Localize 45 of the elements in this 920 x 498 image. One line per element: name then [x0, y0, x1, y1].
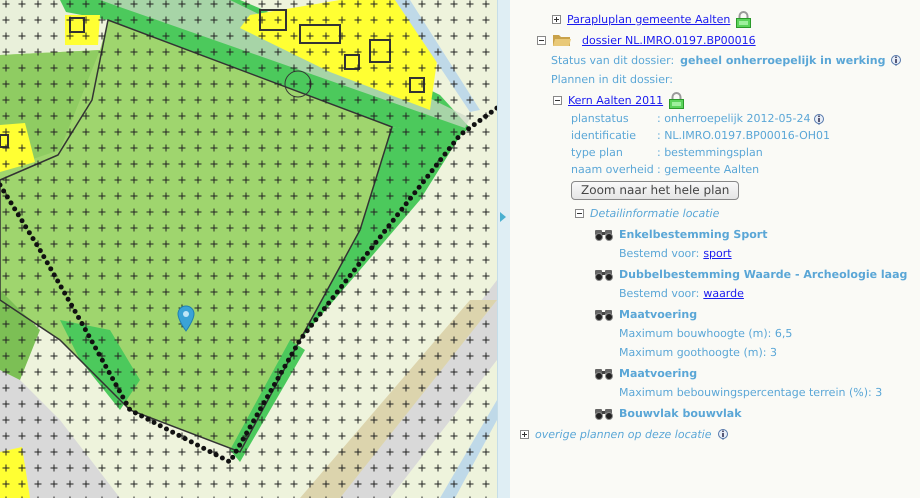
status-value: geheel onherroepelijk in werking	[680, 53, 886, 68]
property-label: planstatus	[571, 111, 630, 127]
dossier-link[interactable]: dossier NL.IMRO.0197.BP00016	[582, 32, 756, 48]
property-value: : onherroepelijk 2012-05-24	[657, 111, 810, 127]
binoculars-icon[interactable]	[594, 408, 614, 420]
collapse-icon[interactable]	[537, 36, 546, 44]
section-heading: overige plannen op deze locatie	[535, 427, 712, 442]
feature-title: Maatvoering	[619, 307, 698, 322]
property-value: : NL.IMRO.0197.BP00016-OH01	[657, 128, 830, 144]
feature-title: Enkelbestemming Sport	[619, 227, 768, 242]
feature-detail: Maximum bebouwingspercentage terrein (%): 3	[619, 385, 882, 401]
property-label: type plan	[571, 145, 624, 161]
feature-link[interactable]: waarde	[703, 284, 744, 303]
property-label: naam overheid	[571, 162, 655, 178]
feature-link[interactable]: sport	[703, 244, 732, 263]
property-label: identificatie	[571, 128, 638, 144]
status-label: Status van dit dossier:	[551, 53, 674, 68]
feature-label: Bestemd voor:	[619, 286, 700, 302]
zoom-button[interactable]: Zoom naar het hele plan	[571, 181, 740, 200]
binoculars-icon[interactable]	[594, 268, 614, 280]
binoculars-icon[interactable]	[594, 368, 614, 380]
info-icon[interactable]	[814, 114, 824, 124]
folder-icon	[552, 33, 572, 47]
feature-detail: Maximum bouwhoogte (m): 6,5	[619, 326, 792, 342]
location-pin-icon	[177, 305, 195, 332]
property-value: : bestemmingsplan	[657, 145, 763, 161]
binoculars-icon[interactable]	[594, 308, 614, 320]
expand-icon[interactable]	[552, 15, 561, 24]
collapse-icon[interactable]	[553, 96, 562, 104]
property-value: : gemeente Aalten	[657, 162, 760, 178]
binoculars-icon[interactable]	[594, 228, 614, 240]
feature-title: Dubbelbestemming Waarde - Archeologie laag	[619, 267, 908, 282]
plan-link[interactable]: Parapluplan gemeente Aalten	[567, 12, 730, 27]
info-icon[interactable]	[718, 429, 728, 440]
expand-icon[interactable]	[520, 430, 529, 439]
plans-label: Plannen in dit dossier:	[551, 72, 674, 87]
feature-label: Bestemd voor:	[619, 246, 700, 262]
section-heading: Detailinformatie locatie	[590, 206, 720, 221]
plan-link[interactable]: Kern Aalten 2011	[568, 92, 664, 108]
feature-title: Maatvoering	[619, 366, 698, 381]
feature-title: Bouwvlak bouwvlak	[619, 406, 742, 421]
feature-detail: Maximum goothoogte (m): 3	[619, 345, 777, 361]
collapse-icon[interactable]	[575, 209, 584, 218]
info-icon[interactable]	[891, 55, 902, 66]
map-drawing[interactable]	[0, 0, 497, 498]
